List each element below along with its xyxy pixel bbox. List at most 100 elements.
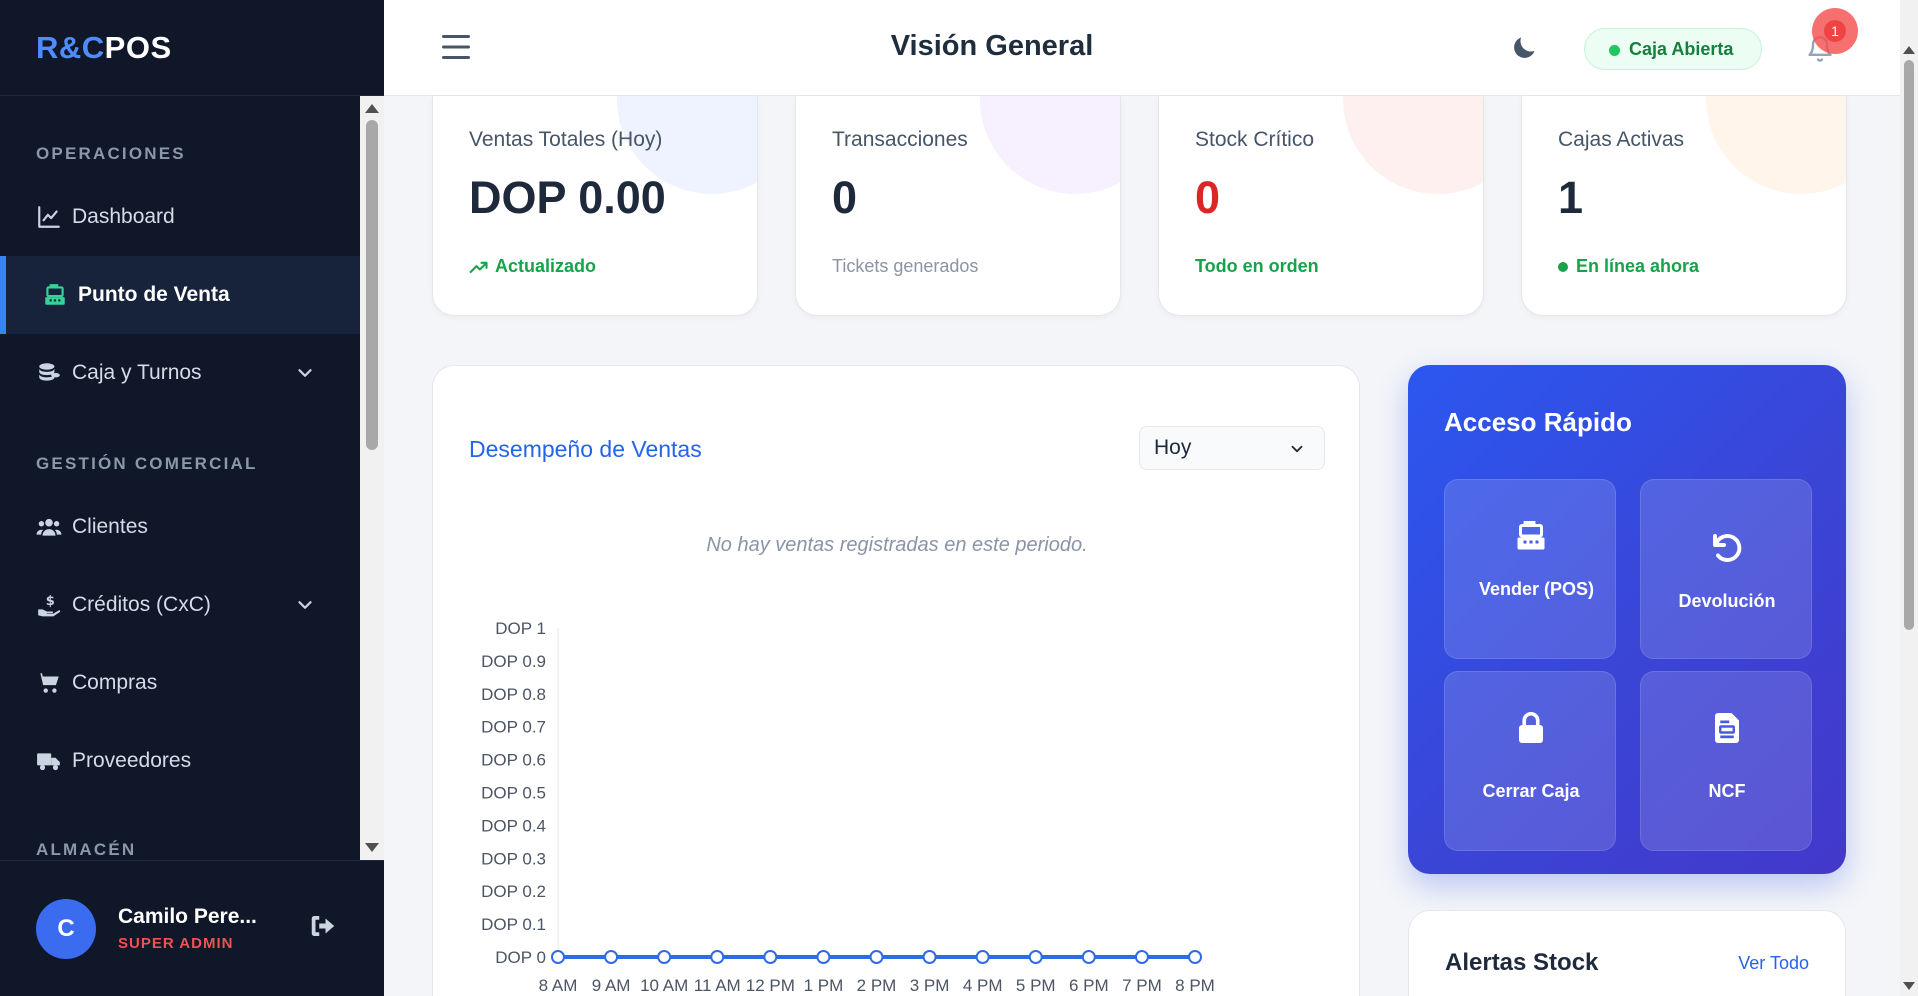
- caja-status-badge[interactable]: Caja Abierta: [1584, 28, 1763, 70]
- chevron-down-icon: [298, 369, 312, 377]
- y-tick-label: DOP 0.9: [481, 652, 546, 671]
- x-tick-label: 3 PM: [910, 976, 950, 995]
- data-point: [975, 950, 990, 964]
- stat-label: Stock Crítico: [1195, 128, 1315, 151]
- stat-card-stock: Stock Crítico 0 Todo en orden: [1158, 96, 1484, 316]
- x-tick-label: 6 PM: [1069, 976, 1109, 995]
- brand-logo[interactable]: R&C POS: [0, 0, 384, 96]
- sidebar-item-pos[interactable]: Punto de Venta: [0, 256, 360, 334]
- y-tick-label: DOP 0.2: [481, 882, 546, 901]
- scrollbar-thumb[interactable]: [1904, 60, 1914, 630]
- data-point: [922, 950, 937, 964]
- x-tick-label: 10 AM: [640, 976, 688, 995]
- sidebar-item-compras[interactable]: Compras: [0, 644, 360, 722]
- stock-alerts-card: Alertas Stock Ver Todo: [1408, 910, 1846, 996]
- stat-value: DOP 0.00: [469, 172, 666, 223]
- coins-icon: [39, 363, 60, 381]
- cash-register-icon: [1517, 521, 1545, 550]
- stat-label: Ventas Totales (Hoy): [469, 128, 663, 151]
- users-icon: [36, 518, 62, 536]
- data-point: [1188, 950, 1202, 964]
- data-point: [816, 950, 831, 964]
- hand-dollar-icon: $: [38, 594, 61, 617]
- sidebar-nav: OPERACIONES Dashboard Punto de Venta Caj…: [0, 96, 360, 860]
- user-name: Camilo Pere...: [118, 905, 257, 928]
- x-tick-label: 12 PM: [746, 976, 795, 995]
- stat-value: 0: [1195, 172, 1221, 223]
- stat-sub: Tickets generados: [832, 256, 979, 276]
- quick-cerrar-caja-button[interactable]: Cerrar Caja: [1444, 671, 1616, 851]
- x-tick-label: 1 PM: [804, 976, 844, 995]
- stat-sub: Actualizado: [469, 256, 596, 277]
- trend-up-icon: [469, 261, 488, 273]
- logout-icon[interactable]: [308, 911, 338, 941]
- view-all-link[interactable]: Ver Todo: [1738, 953, 1809, 974]
- status-dot: [1609, 45, 1620, 56]
- y-tick-label: DOP 0.8: [481, 685, 546, 704]
- scroll-up-arrow[interactable]: [1903, 46, 1915, 54]
- section-almacen: ALMACÉN: [36, 840, 137, 859]
- stat-label: Cajas Activas: [1558, 128, 1685, 151]
- data-point: [1028, 950, 1043, 964]
- x-tick-label: 11 AM: [694, 976, 741, 995]
- scroll-up-arrow[interactable]: [365, 104, 379, 113]
- data-point: [551, 950, 565, 964]
- stat-sub: Todo en orden: [1195, 256, 1319, 276]
- x-tick-label: 2 PM: [857, 976, 897, 995]
- y-tick-label: DOP 0.3: [481, 849, 546, 868]
- scroll-down-arrow[interactable]: [365, 843, 379, 852]
- y-tick-label: DOP 1: [495, 619, 546, 638]
- x-tick-label: 9 AM: [592, 976, 631, 995]
- top-header: Visión General Caja Abierta 1: [384, 0, 1900, 96]
- x-tick-label: 5 PM: [1016, 976, 1056, 995]
- user-role: SUPER ADMIN: [118, 935, 234, 952]
- section-gestion: GESTIÓN COMERCIAL: [36, 454, 258, 473]
- cart-icon: [37, 673, 59, 693]
- lock-icon: [1519, 711, 1543, 743]
- sidebar-item-creditos[interactable]: $ Créditos (CxC): [0, 566, 360, 644]
- section-operaciones: OPERACIONES: [36, 144, 186, 163]
- x-tick-label: 8 PM: [1175, 976, 1215, 995]
- quick-ncf-button[interactable]: NCF: [1640, 671, 1812, 851]
- quick-devolucion-button[interactable]: Devolución: [1640, 479, 1812, 659]
- user-profile: C Camilo Pere... SUPER ADMIN: [0, 860, 384, 996]
- stat-card-ventas: Ventas Totales (Hoy) DOP 0.00 Actualizad…: [432, 96, 758, 316]
- sidebar-item-dashboard[interactable]: Dashboard: [0, 178, 360, 256]
- quick-vender-button[interactable]: Vender (POS): [1444, 479, 1616, 659]
- sidebar-scrollbar[interactable]: [360, 96, 384, 860]
- data-point: [763, 950, 778, 964]
- sidebar-item-proveedores[interactable]: Proveedores: [0, 722, 360, 800]
- sales-line-chart: DOP 0 DOP 0.1 DOP 0.2 DOP 0.3 DOP 0.4 DOP 0.5…: [481, 619, 1215, 995]
- truck-icon: [37, 753, 60, 771]
- y-tick-label: DOP 0: [495, 948, 546, 967]
- stat-value: 1: [1558, 172, 1584, 223]
- stat-label: Transacciones: [832, 128, 968, 151]
- moon-icon[interactable]: [1510, 34, 1538, 62]
- y-tick-label: DOP 0.4: [481, 816, 546, 835]
- scroll-down-arrow[interactable]: [1903, 982, 1915, 990]
- svg-text:$: $: [46, 594, 55, 609]
- data-point: [604, 950, 619, 964]
- sidebar: R&C POS OPERACIONES Dashboard Punto de Ve…: [0, 0, 384, 996]
- stat-value: 0: [832, 172, 858, 223]
- page-scrollbar[interactable]: [1900, 0, 1918, 996]
- y-tick-label: DOP 0.5: [481, 784, 546, 803]
- quick-access-card: Acceso Rápido Vender (POS) Devolución Ce…: [1408, 365, 1846, 874]
- notification-badge[interactable]: 1: [1812, 8, 1858, 54]
- stat-card-transacciones: Transacciones 0 Tickets generados: [795, 96, 1121, 316]
- chevron-down-icon: [298, 601, 312, 609]
- x-tick-label: 7 PM: [1122, 976, 1162, 995]
- quick-access-title: Acceso Rápido: [1444, 407, 1632, 437]
- data-point: [869, 950, 884, 964]
- sidebar-item-clientes[interactable]: Clientes: [0, 488, 360, 566]
- avatar[interactable]: C: [36, 898, 96, 959]
- sidebar-item-caja[interactable]: Caja y Turnos: [0, 334, 360, 412]
- scrollbar-thumb[interactable]: [366, 120, 378, 450]
- y-tick-label: DOP 0.1: [481, 915, 546, 934]
- y-tick-label: DOP 0.6: [481, 751, 546, 770]
- x-tick-label: 8 AM: [539, 976, 578, 995]
- chart-line-icon: [38, 206, 60, 228]
- data-point: [1134, 950, 1149, 964]
- online-dot: [1558, 261, 1568, 272]
- y-tick-label: DOP 0.7: [481, 718, 546, 737]
